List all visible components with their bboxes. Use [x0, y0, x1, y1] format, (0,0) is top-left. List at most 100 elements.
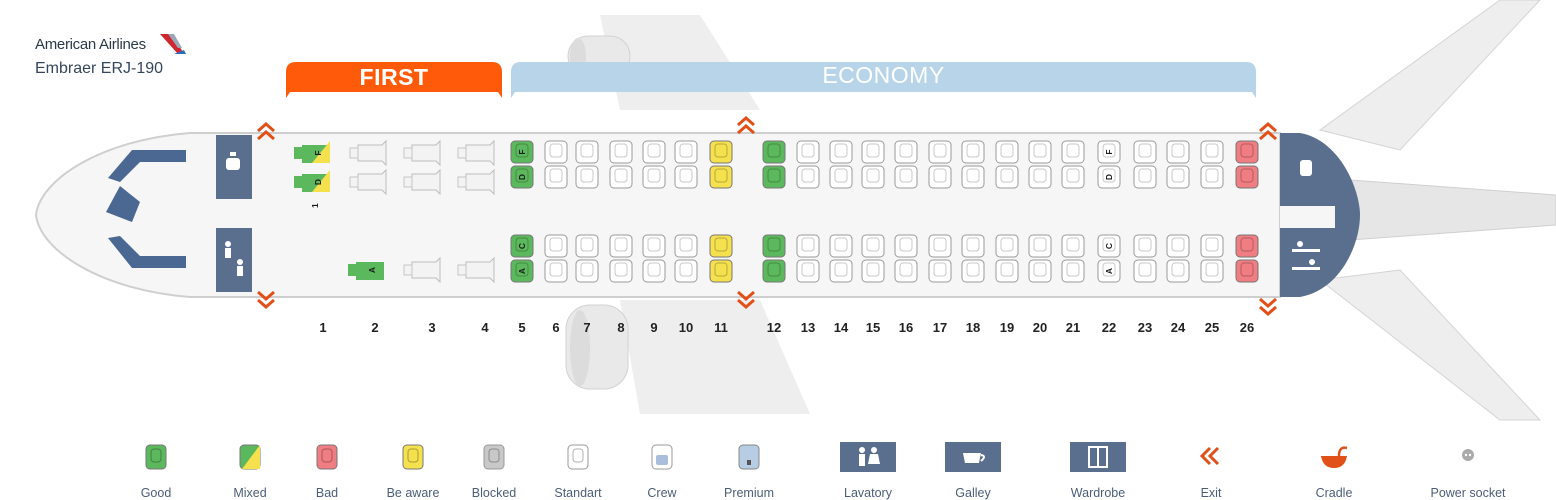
seat-25-a[interactable]	[1200, 259, 1224, 283]
seat-21-a[interactable]	[1061, 259, 1085, 283]
seat-16-a[interactable]	[894, 259, 918, 283]
seat-13-a[interactable]	[796, 259, 820, 283]
wardrobe-icon	[1070, 442, 1126, 472]
seat-7-a[interactable]	[575, 259, 599, 283]
seat-20-f[interactable]	[1028, 140, 1052, 164]
seat-letter: A	[367, 267, 377, 273]
seat-7-f[interactable]	[575, 140, 599, 164]
seat-5-a[interactable]: A	[510, 259, 534, 283]
seat-11-d[interactable]	[709, 165, 733, 189]
seat-12-a[interactable]	[762, 259, 786, 283]
seat-13-c[interactable]	[796, 234, 820, 258]
seat-21-c[interactable]	[1061, 234, 1085, 258]
seat-25-d[interactable]	[1200, 165, 1224, 189]
seat-13-d[interactable]	[796, 165, 820, 189]
seat-5-d[interactable]: D	[510, 165, 534, 189]
row-number: 4	[481, 320, 489, 335]
seat-8-c[interactable]	[609, 234, 633, 258]
seat-letter: A	[517, 268, 527, 274]
seat-17-a[interactable]	[928, 259, 952, 283]
seat-25-c[interactable]	[1200, 234, 1224, 258]
seat-8-f[interactable]	[609, 140, 633, 164]
seat-7-c[interactable]	[575, 234, 599, 258]
seat-21-f[interactable]	[1061, 140, 1085, 164]
legend-label: Galley	[955, 486, 991, 500]
seat-24-c[interactable]	[1166, 234, 1190, 258]
seat-9-d[interactable]	[642, 165, 666, 189]
seat-10-d[interactable]	[674, 165, 698, 189]
seat-10-f[interactable]	[674, 140, 698, 164]
seat-14-a[interactable]	[829, 259, 853, 283]
seat-5-c[interactable]: C	[510, 234, 534, 258]
seat-19-d[interactable]	[995, 165, 1019, 189]
seat-26-a[interactable]	[1235, 259, 1259, 283]
seat-18-f[interactable]	[961, 140, 985, 164]
seat-17-d[interactable]	[928, 165, 952, 189]
seat-6-d[interactable]	[544, 165, 568, 189]
seat-18-a[interactable]	[961, 259, 985, 283]
row-number: 17	[932, 320, 948, 335]
seat-26-c[interactable]	[1235, 234, 1259, 258]
seat-12-c[interactable]	[762, 234, 786, 258]
seat-11-c[interactable]	[709, 234, 733, 258]
seat-14-f[interactable]	[829, 140, 853, 164]
seat-24-d[interactable]	[1166, 165, 1190, 189]
seat-11-f[interactable]	[709, 140, 733, 164]
seat-16-f[interactable]	[894, 140, 918, 164]
seat-9-c[interactable]	[642, 234, 666, 258]
seat-18-d[interactable]	[961, 165, 985, 189]
row-number: 1	[319, 320, 327, 335]
seat-19-c[interactable]	[995, 234, 1019, 258]
seat-20-a[interactable]	[1028, 259, 1052, 283]
seat-15-f[interactable]	[861, 140, 885, 164]
seat-12-d[interactable]	[762, 165, 786, 189]
seat-16-c[interactable]	[894, 234, 918, 258]
seat-10-c[interactable]	[674, 234, 698, 258]
seat-13-f[interactable]	[796, 140, 820, 164]
seat-22-c[interactable]: C	[1097, 234, 1121, 258]
seat-6-c[interactable]	[544, 234, 568, 258]
seat-7-d[interactable]	[575, 165, 599, 189]
seat-17-c[interactable]	[928, 234, 952, 258]
seat-26-d[interactable]	[1235, 165, 1259, 189]
seat-24-a[interactable]	[1166, 259, 1190, 283]
seat-9-f[interactable]	[642, 140, 666, 164]
seat-23-d[interactable]	[1133, 165, 1157, 189]
seat-17-f[interactable]	[928, 140, 952, 164]
seat-18-c[interactable]	[961, 234, 985, 258]
seat-5-f[interactable]: F	[510, 140, 534, 164]
row-number: 14	[833, 320, 849, 335]
seat-20-c[interactable]	[1028, 234, 1052, 258]
seat-15-c[interactable]	[861, 234, 885, 258]
seat-14-c[interactable]	[829, 234, 853, 258]
seat-15-a[interactable]	[861, 259, 885, 283]
seat-22-f[interactable]: F	[1097, 140, 1121, 164]
seat-19-a[interactable]	[995, 259, 1019, 283]
seat-20-d[interactable]	[1028, 165, 1052, 189]
seat-22-d[interactable]: D	[1097, 165, 1121, 189]
seat-10-a[interactable]	[674, 259, 698, 283]
seat-11-a[interactable]	[709, 259, 733, 283]
seat-6-a[interactable]	[544, 259, 568, 283]
seat-12-f[interactable]	[762, 140, 786, 164]
seat-9-a[interactable]	[642, 259, 666, 283]
seat-26-f[interactable]	[1235, 140, 1259, 164]
seat-23-a[interactable]	[1133, 259, 1157, 283]
seat-24-f[interactable]	[1166, 140, 1190, 164]
legend-label: Wardrobe	[1070, 486, 1126, 500]
seat-25-f[interactable]	[1200, 140, 1224, 164]
row-number: 6	[552, 320, 560, 335]
seat-16-d[interactable]	[894, 165, 918, 189]
seat-23-f[interactable]	[1133, 140, 1157, 164]
seat-letter: D	[517, 174, 527, 180]
economy-label: ECONOMY	[822, 62, 945, 88]
seat-14-d[interactable]	[829, 165, 853, 189]
seat-22-a[interactable]: A	[1097, 259, 1121, 283]
seat-19-f[interactable]	[995, 140, 1019, 164]
seat-8-d[interactable]	[609, 165, 633, 189]
seat-8-a[interactable]	[609, 259, 633, 283]
seat-21-d[interactable]	[1061, 165, 1085, 189]
seat-6-f[interactable]	[544, 140, 568, 164]
seat-15-d[interactable]	[861, 165, 885, 189]
seat-23-c[interactable]	[1133, 234, 1157, 258]
